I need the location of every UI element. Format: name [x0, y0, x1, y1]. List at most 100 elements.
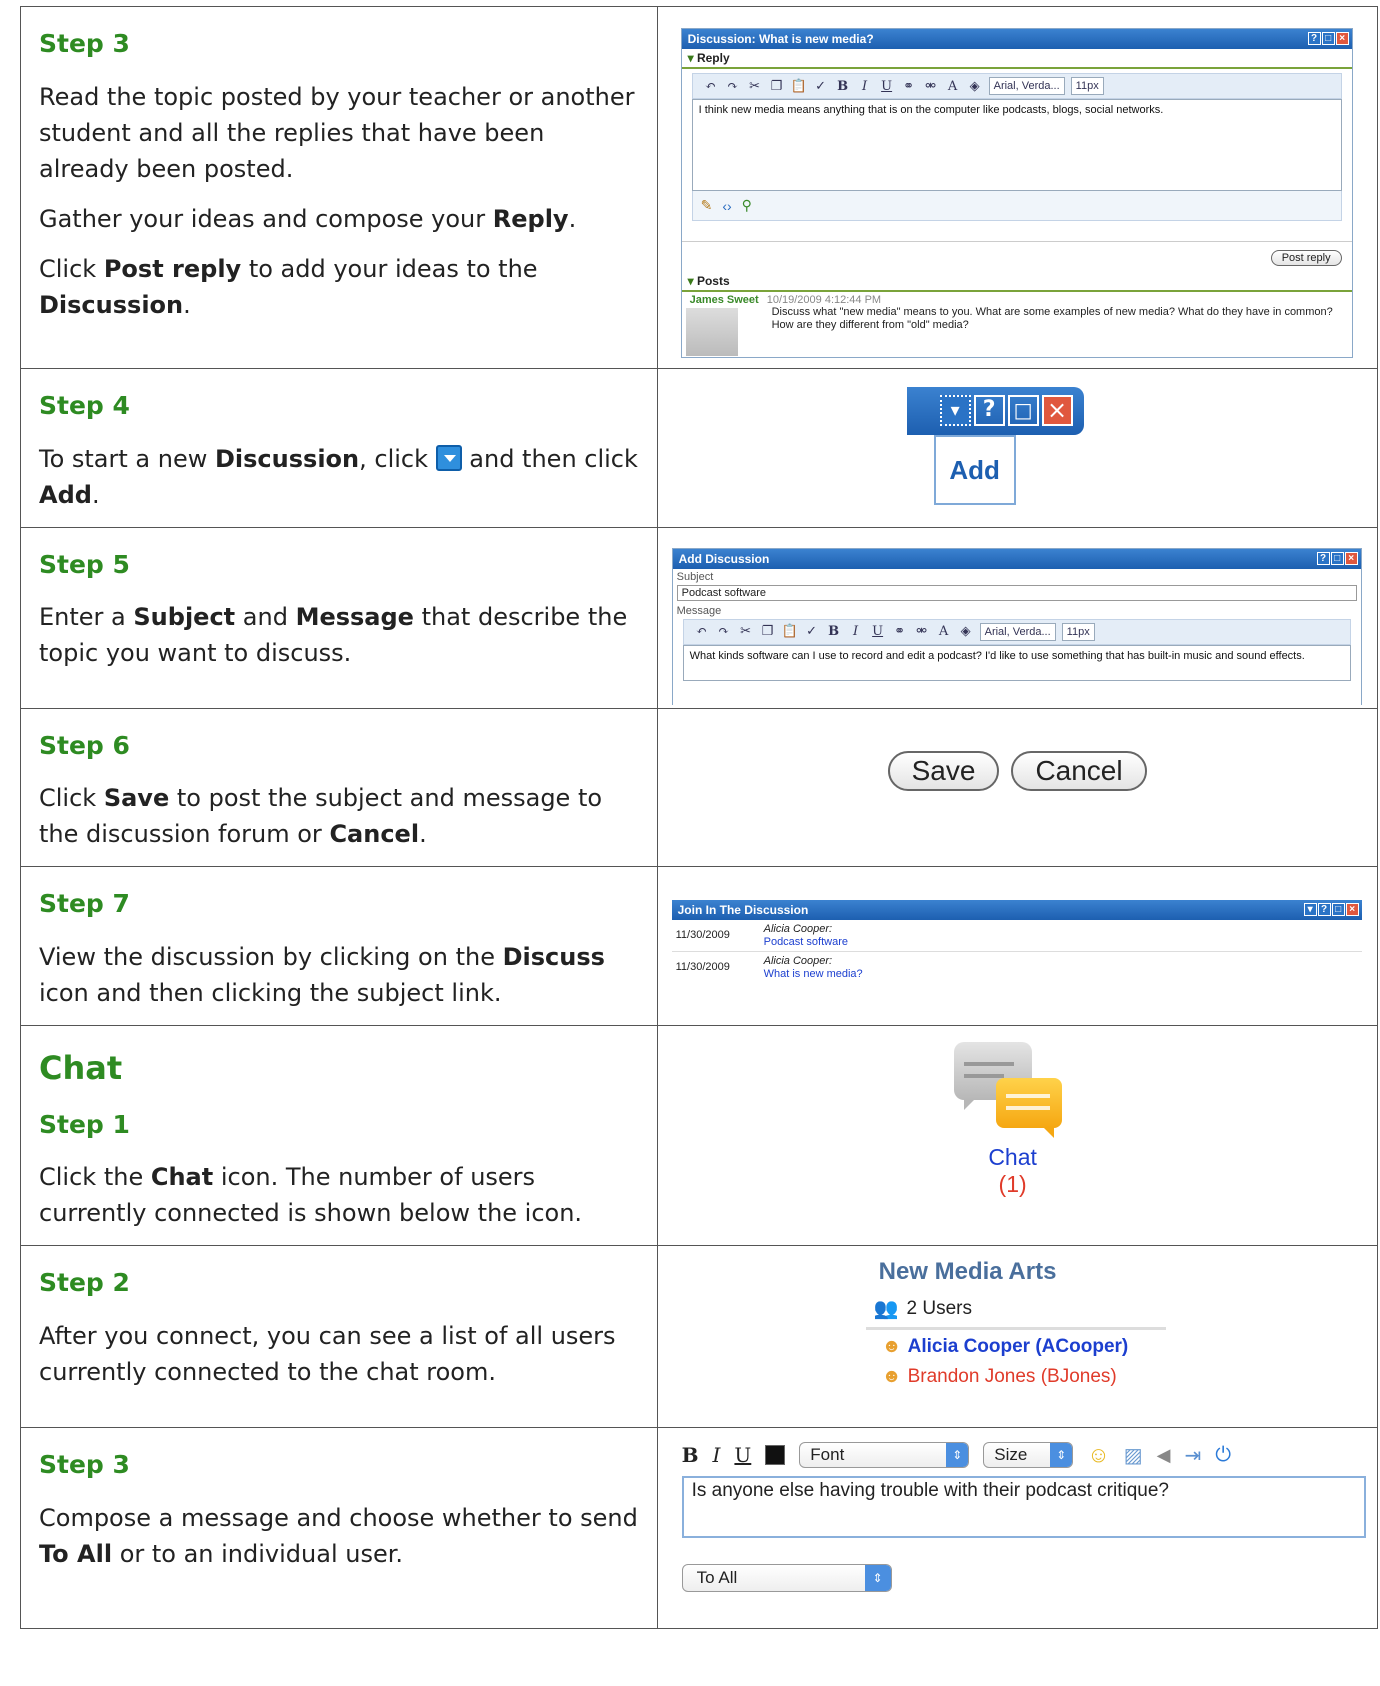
- maximize-icon[interactable]: □: [1331, 903, 1345, 916]
- copy-icon[interactable]: ❐: [769, 79, 785, 94]
- size-select[interactable]: 11px: [1070, 77, 1104, 95]
- cancel-button[interactable]: Cancel: [1011, 750, 1147, 791]
- exit-icon[interactable]: ⇥: [1185, 1443, 1202, 1468]
- help-icon[interactable]: ?: [1307, 32, 1321, 45]
- item-author: Alicia Cooper:: [763, 955, 833, 968]
- redo-icon[interactable]: ↷: [725, 79, 741, 94]
- posts-section-header[interactable]: Posts: [681, 272, 1352, 292]
- design-mode-icon[interactable]: ✎: [701, 197, 713, 214]
- close-icon[interactable]: ×: [1344, 551, 1358, 565]
- save-button[interactable]: Save: [887, 750, 1000, 791]
- text-color-icon[interactable]: A: [936, 624, 952, 639]
- subject-link[interactable]: Podcast software: [764, 936, 848, 949]
- step-text: Click the Chat icon. The number of users…: [39, 1163, 583, 1227]
- help-icon[interactable]: ?: [1316, 551, 1330, 565]
- copy-icon[interactable]: ❐: [760, 624, 776, 639]
- image-icon[interactable]: ▨: [1124, 1443, 1143, 1468]
- spellcheck-icon[interactable]: ✓: [804, 624, 820, 639]
- add-discussion-cell: Add Discussion ? □ × Subject Podcast softw…: [656, 526, 1379, 709]
- list-item: 11/30/2009 Alicia Cooper: Podcast softwa…: [671, 920, 1362, 953]
- user-list-item[interactable]: ☻ Alicia Cooper (ACooper): [882, 1336, 1166, 1358]
- step-text: To start a new Discussion, click and the…: [39, 444, 638, 509]
- post-reply-button[interactable]: Post reply: [1270, 250, 1342, 266]
- cut-icon[interactable]: ✂: [738, 624, 754, 639]
- underline-icon[interactable]: U: [879, 79, 895, 94]
- chat-label[interactable]: Chat: [948, 1144, 1078, 1172]
- chat-message-input[interactable]: Is anyone else having trouble with their…: [681, 1476, 1366, 1538]
- underline-icon[interactable]: U: [870, 624, 886, 639]
- text-color-icon[interactable]: A: [945, 79, 961, 94]
- maximize-icon[interactable]: □: [1321, 32, 1335, 45]
- color-picker-icon[interactable]: [765, 1445, 786, 1465]
- help-icon[interactable]: ?: [973, 395, 1005, 426]
- highlight-icon[interactable]: ◈: [967, 79, 983, 94]
- window-header-zoom: ▾ ? □ ×: [906, 387, 1084, 435]
- size-select[interactable]: Size ⇕: [983, 1442, 1074, 1468]
- font-select[interactable]: Arial, Verda...: [979, 622, 1056, 641]
- paste-icon[interactable]: 📋: [791, 79, 807, 94]
- highlight-icon[interactable]: ◈: [958, 624, 974, 639]
- unlink-icon[interactable]: ⚮: [923, 79, 939, 94]
- bold-icon[interactable]: B: [835, 79, 851, 94]
- step-text: Click Post reply to add your ideas to th…: [39, 254, 538, 319]
- message-editor[interactable]: What kinds software can I use to record …: [682, 644, 1351, 681]
- maximize-icon[interactable]: □: [1330, 551, 1344, 565]
- window-title: Discussion: What is new media? ? □ ×: [681, 29, 1352, 49]
- link-icon[interactable]: ⚭: [901, 79, 917, 94]
- cut-icon[interactable]: ✂: [747, 79, 763, 94]
- html-mode-icon[interactable]: ‹›: [722, 198, 731, 214]
- close-icon[interactable]: ×: [1335, 32, 1349, 45]
- step-heading: Step 7: [39, 889, 130, 918]
- item-date: 11/30/2009: [675, 961, 730, 974]
- user-list-item[interactable]: ☻ Brandon Jones (BJones): [882, 1366, 1166, 1388]
- post-author[interactable]: James Sweet: [690, 294, 759, 306]
- recipient-select[interactable]: To All ⇕: [681, 1564, 892, 1592]
- help-icon[interactable]: ?: [1317, 903, 1331, 916]
- avatar: [685, 308, 738, 356]
- bold-icon[interactable]: B: [826, 624, 842, 639]
- maximize-icon[interactable]: □: [1007, 395, 1039, 426]
- undo-icon[interactable]: ↶: [694, 624, 710, 639]
- font-select[interactable]: Arial, Verda...: [988, 77, 1065, 95]
- size-select[interactable]: 11px: [1061, 622, 1095, 641]
- close-icon[interactable]: ×: [1041, 395, 1073, 426]
- italic-icon[interactable]: I: [848, 624, 864, 639]
- reply-editor[interactable]: I think new media means anything that is…: [691, 99, 1342, 191]
- post-date: 10/19/2009 4:12:44 PM: [766, 294, 882, 306]
- power-icon[interactable]: ⏻: [1215, 1444, 1231, 1467]
- sound-icon[interactable]: ◀: [1157, 1445, 1171, 1466]
- link-icon[interactable]: ⚭: [892, 624, 908, 639]
- add-discussion-window: Add Discussion ? □ × Subject Podcast softw…: [671, 547, 1362, 705]
- user-name[interactable]: Alicia Cooper (ACooper): [908, 1336, 1129, 1358]
- reply-section-header[interactable]: Reply: [681, 49, 1352, 69]
- spellcheck-icon[interactable]: ✓: [813, 79, 829, 94]
- font-select[interactable]: Font ⇕: [799, 1442, 970, 1468]
- undo-icon[interactable]: ↶: [703, 79, 719, 94]
- user-name[interactable]: Brandon Jones (BJones): [908, 1366, 1117, 1388]
- window-title: Join In The Discussion ▾? □ ×: [671, 900, 1362, 920]
- chat-icon-cell: Chat (1): [656, 1024, 1379, 1246]
- chevron-down-icon[interactable]: ▾: [1303, 903, 1317, 916]
- step-heading: Step 3: [39, 1450, 130, 1479]
- chat-room-panel: New Media Arts 👥 2 Users ☻ Alicia Cooper…: [865, 1258, 1166, 1388]
- paste-icon[interactable]: 📋: [782, 624, 798, 639]
- step-text: Enter a Subject and Message that describ…: [39, 603, 628, 667]
- chat-bubbles-icon[interactable]: [953, 1041, 1074, 1142]
- chevron-down-icon[interactable]: ▾: [939, 395, 971, 426]
- preview-mode-icon[interactable]: ⚲: [742, 197, 752, 214]
- italic-icon[interactable]: I: [713, 1443, 721, 1467]
- join-discussion-cell: Join In The Discussion ▾? □ × 11/30/2009 A…: [656, 866, 1379, 1026]
- step-text: After you connect, you can see a list of…: [39, 1321, 616, 1386]
- add-menu-item[interactable]: Add: [933, 435, 1016, 505]
- bold-icon[interactable]: B: [682, 1443, 699, 1467]
- redo-icon[interactable]: ↷: [716, 624, 732, 639]
- underline-icon[interactable]: U: [734, 1443, 751, 1467]
- smiley-icon[interactable]: ☺: [1087, 1442, 1109, 1468]
- close-icon[interactable]: ×: [1345, 903, 1359, 916]
- italic-icon[interactable]: I: [857, 79, 873, 94]
- subject-link[interactable]: What is new media?: [764, 968, 863, 981]
- subject-input[interactable]: Podcast software: [676, 584, 1357, 601]
- unlink-icon[interactable]: ⚮: [914, 624, 930, 639]
- step-6-cell: Step 6 Click Save to post the subject an…: [20, 707, 658, 867]
- step-heading: Step 2: [39, 1268, 130, 1297]
